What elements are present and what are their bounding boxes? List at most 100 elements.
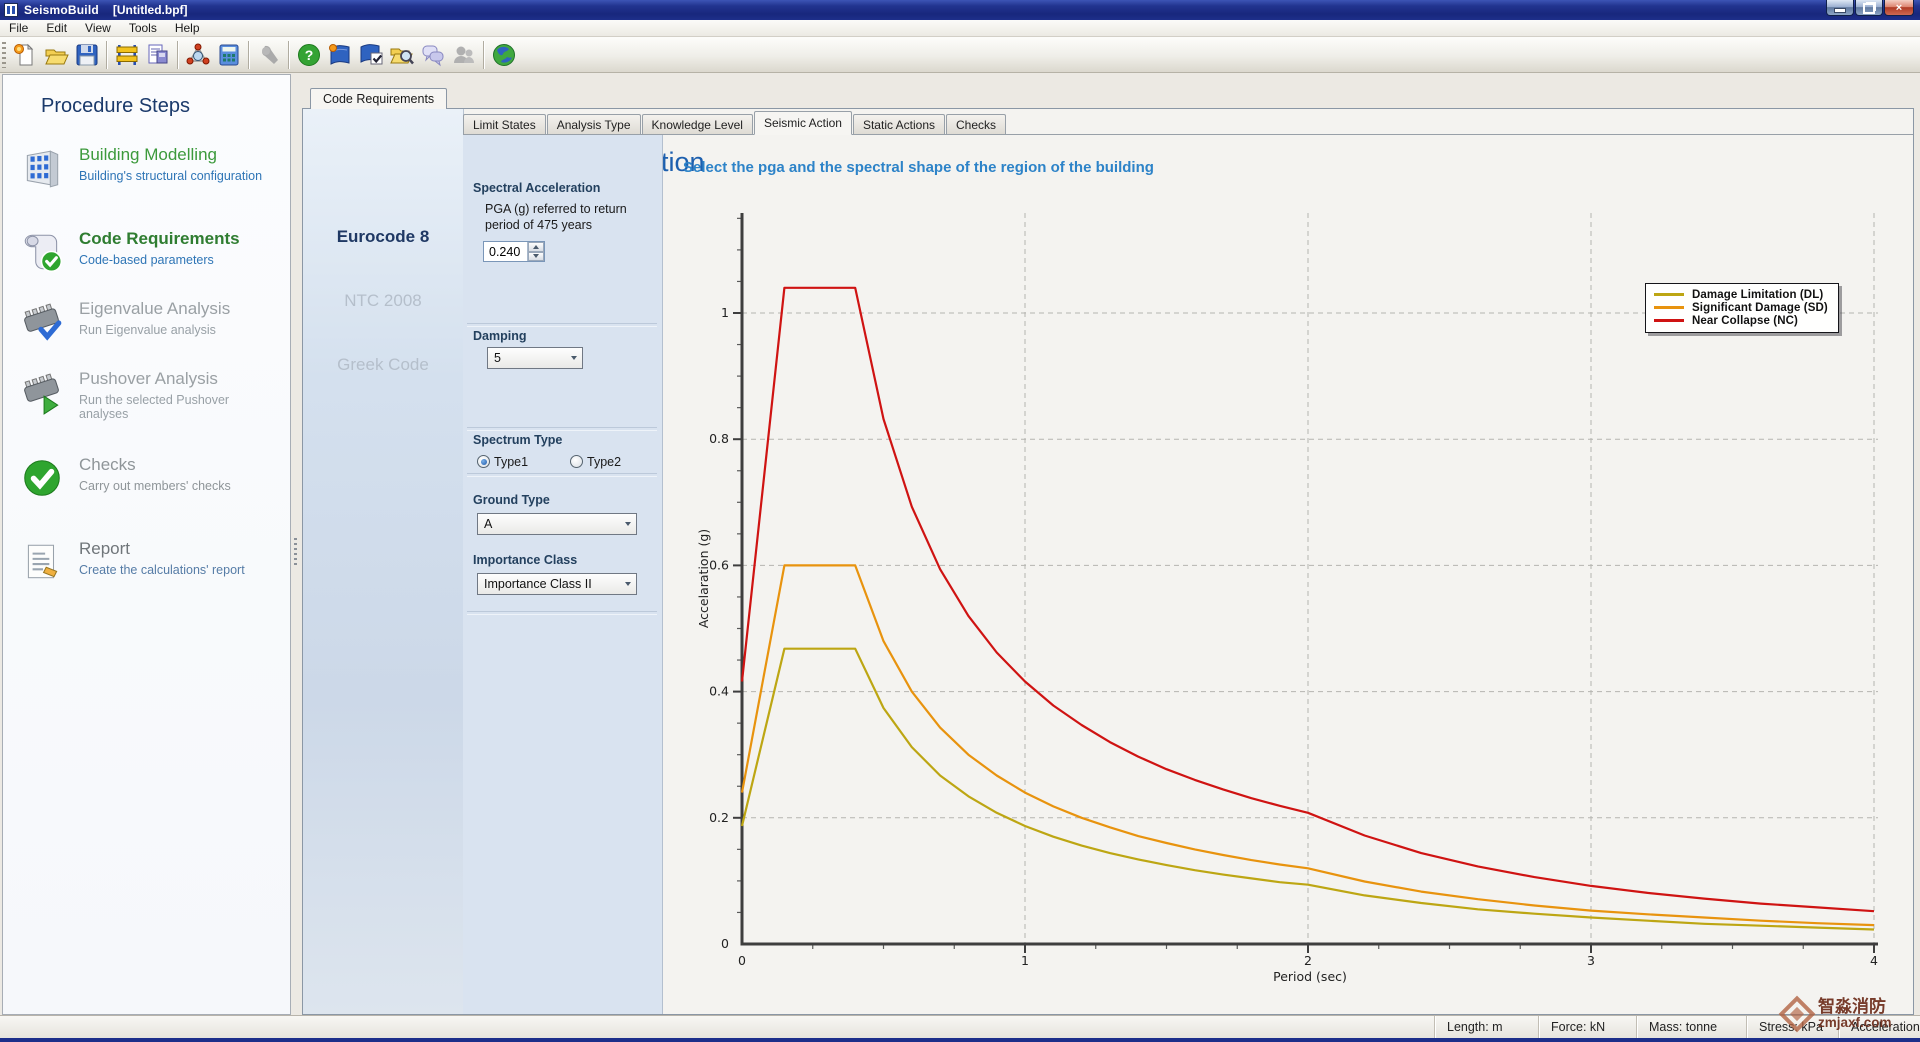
legend-label: Damage Limitation (DL) (1692, 289, 1823, 301)
tab-knowledge-level[interactable]: Knowledge Level (642, 114, 753, 134)
tab-analysis-type[interactable]: Analysis Type (547, 114, 641, 134)
svg-text:2: 2 (1304, 953, 1312, 968)
forum-icon (420, 42, 446, 68)
svg-text:Accelaration (g): Accelaration (g) (696, 529, 711, 628)
checks-book-button[interactable] (355, 39, 386, 70)
svg-text:0.8: 0.8 (709, 431, 729, 446)
check-circle-icon (19, 455, 65, 501)
toolbar-separator (106, 41, 107, 69)
sidebar-item-pushover-analysis[interactable]: Pushover Analysis Run the selected Pusho… (19, 367, 279, 437)
toolbar-grip[interactable] (2, 42, 6, 68)
sidebar-item-report[interactable]: Report Create the calculations' report (19, 537, 279, 607)
report-button[interactable] (142, 39, 173, 70)
tab-static-actions[interactable]: Static Actions (853, 114, 945, 134)
menu-tools[interactable]: Tools (120, 20, 166, 36)
svg-text:0.4: 0.4 (709, 684, 729, 699)
scroll-check-icon (19, 229, 65, 275)
status-force: Force: kN (1538, 1016, 1636, 1039)
tab-code-requirements[interactable]: Code Requirements (310, 88, 447, 109)
seismobuild-window: SeismoBuild [Untitled.bpf] × File Edit V… (0, 0, 1920, 1042)
legend-label: Near Collapse (NC) (1692, 315, 1798, 327)
restore-button[interactable] (1855, 0, 1883, 16)
sidebar-item-code-requirements[interactable]: Code Requirements Code-based parameters (19, 227, 279, 297)
toolbar-separator (177, 41, 178, 69)
calculator-icon (216, 42, 242, 68)
new-file-button[interactable] (9, 39, 40, 70)
menu-file[interactable]: File (0, 20, 37, 36)
separator (467, 611, 657, 615)
separator (467, 427, 657, 431)
close-button[interactable]: × (1884, 0, 1914, 16)
building-icon (19, 145, 65, 191)
search-folder-button[interactable] (386, 39, 417, 70)
watermark: 智淼消防 zmjaxf.com (1778, 994, 1892, 1034)
importance-class-select[interactable]: Importance Class II (477, 573, 637, 595)
subtab-strip: Limit States Analysis Type Knowledge Lev… (463, 114, 1913, 135)
toolbar-separator (288, 41, 289, 69)
website-button[interactable] (488, 39, 519, 70)
seismic-action-params: Spectral Acceleration PGA (g) referred t… (463, 135, 663, 1014)
toolbar-separator (248, 41, 249, 69)
chevron-down-icon (619, 582, 636, 586)
svg-text:0.2: 0.2 (709, 810, 729, 825)
help-icon: ? (296, 42, 322, 68)
save-project-button[interactable] (71, 39, 102, 70)
sidebar-splitter[interactable] (294, 538, 297, 566)
menu-edit[interactable]: Edit (37, 20, 76, 36)
tab-checks[interactable]: Checks (946, 114, 1006, 134)
importance-class-value: Importance Class II (478, 577, 619, 591)
sidebar-item-desc: Create the calculations' report (79, 563, 245, 577)
building-modeller-button[interactable] (111, 39, 142, 70)
help-button[interactable]: ? (293, 39, 324, 70)
procedure-steps-panel: Procedure Steps Building Modelling Build… (2, 74, 291, 1015)
menubar: File Edit View Tools Help (0, 20, 1920, 37)
new-file-icon (12, 42, 38, 68)
pga-spin-down[interactable] (528, 252, 544, 262)
sidebar-item-label: Eigenvalue Analysis (79, 299, 230, 319)
manual-button[interactable] (324, 39, 355, 70)
eigenvalue-icon (185, 42, 211, 68)
damping-value: 5 (488, 351, 565, 365)
menu-help[interactable]: Help (166, 20, 209, 36)
pga-spinbox (483, 241, 545, 262)
legend-item-dl: Damage Limitation (DL) (1654, 288, 1828, 301)
report-icon (145, 42, 171, 68)
chevron-down-icon (619, 522, 636, 526)
processor-icon (256, 42, 282, 68)
dl-line-swatch (1654, 293, 1684, 296)
window-title-doc: [Untitled.bpf] (113, 3, 188, 17)
svg-text:4: 4 (1870, 953, 1878, 968)
sidebar-item-eigenvalue-analysis[interactable]: Eigenvalue Analysis Run Eigenvalue analy… (19, 297, 279, 367)
radio-type1[interactable] (477, 455, 490, 468)
eigenvalue-button[interactable] (182, 39, 213, 70)
tab-label: Checks (956, 118, 996, 132)
code-greek-code[interactable]: Greek Code (303, 355, 463, 375)
minimize-button[interactable] (1826, 0, 1854, 16)
toolbar-separator (483, 41, 484, 69)
forum-button[interactable] (417, 39, 448, 70)
open-project-button[interactable] (40, 39, 71, 70)
processor-button (253, 39, 284, 70)
pga-label: PGA (g) referred to return period of 475… (485, 201, 635, 233)
ground-type-select[interactable]: A (477, 513, 637, 535)
sidebar-item-label: Checks (79, 455, 136, 475)
damping-select[interactable]: 5 (487, 347, 583, 369)
open-project-icon (43, 42, 69, 68)
statusbar: Length: m Force: kN Mass: tonne Stress: … (0, 1015, 1920, 1038)
code-eurocode8[interactable]: Eurocode 8 (303, 227, 463, 247)
sd-line-swatch (1654, 306, 1684, 309)
menu-view[interactable]: View (76, 20, 120, 36)
pga-spin-up[interactable] (528, 242, 544, 252)
legend-item-sd: Significant Damage (SD) (1654, 301, 1828, 314)
tab-limit-states[interactable]: Limit States (463, 114, 546, 134)
tab-seismic-action[interactable]: Seismic Action (754, 111, 852, 135)
radio-type2[interactable] (570, 455, 583, 468)
sidebar-item-checks[interactable]: Checks Carry out members' checks (19, 453, 279, 523)
code-ntc2008[interactable]: NTC 2008 (303, 291, 463, 311)
sidebar-item-building-modelling[interactable]: Building Modelling Building's structural… (19, 143, 279, 213)
pga-input[interactable] (484, 242, 527, 261)
svg-text:1: 1 (721, 305, 729, 320)
watermark-cn: 智淼消防 (1818, 998, 1892, 1016)
up-arrow-icon (533, 245, 539, 249)
calculator-button[interactable] (213, 39, 244, 70)
